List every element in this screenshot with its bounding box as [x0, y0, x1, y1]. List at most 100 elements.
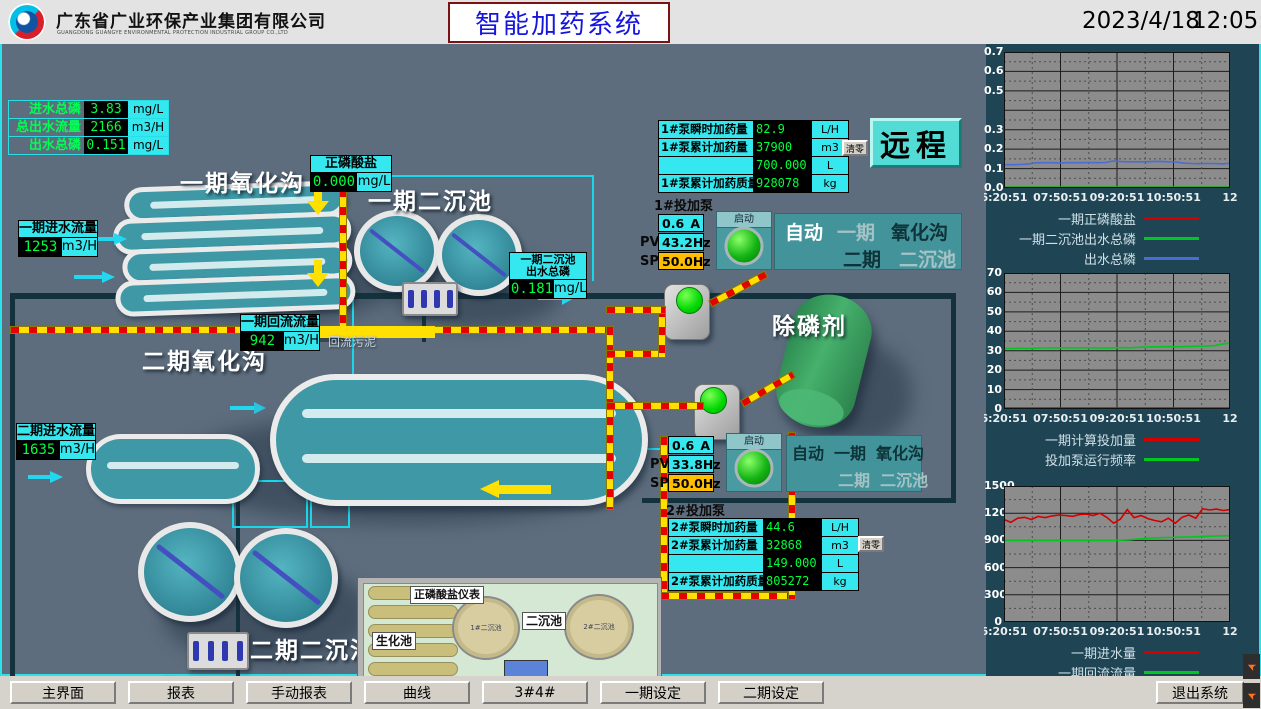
- dose-table-unit: L/H: [812, 121, 849, 138]
- mode-option-二期[interactable]: 二期: [838, 467, 870, 491]
- pump2-current: 0.6: [672, 438, 694, 453]
- outlet-tp-unit: mg/L: [128, 137, 168, 154]
- y-tick-label: 0.2: [984, 142, 1002, 156]
- legend-line-swatch: [1144, 671, 1199, 674]
- pump1-current-unit: A: [690, 216, 700, 231]
- oxidation-ditch-2: [270, 374, 648, 506]
- header-bar: 广东省广业环保产业集团有限公司 GUANGDONG GUANGYE ENVIRO…: [0, 0, 1261, 46]
- page-title: 智能加药系统: [448, 2, 670, 43]
- legend-label: 投加泵运行频率: [984, 450, 1136, 469]
- mode-option-自动[interactable]: 自动: [785, 218, 823, 245]
- pump-2-run-indicator: [700, 387, 727, 414]
- p1-inflow-label: 一期进水流量: [18, 220, 98, 238]
- y-tick-label: 0.3: [984, 123, 1002, 137]
- bio-channel: [368, 662, 458, 676]
- legend-label: 出水总磷: [984, 249, 1136, 266]
- pump2-pv-unit: Hz: [703, 457, 721, 472]
- y-tick-label: 50: [984, 305, 1002, 319]
- pump2-start-button[interactable]: [735, 449, 774, 488]
- pump2-sp-cell[interactable]: 50.0 Hz: [668, 474, 714, 492]
- y-tick-label: 1500: [984, 480, 1002, 493]
- dose-table-label: 2#泵累计加药量: [668, 537, 763, 554]
- mode-option-二沉池[interactable]: 二沉池: [899, 245, 956, 272]
- corner-arrow-button-top[interactable]: ➤: [1243, 654, 1260, 679]
- clarifier-2a: [138, 522, 242, 622]
- nav-curve-button[interactable]: 曲线: [364, 681, 470, 704]
- nav-phase2-setting-button[interactable]: 二期设定: [718, 681, 824, 704]
- pump2-clear-button[interactable]: 清零: [858, 536, 884, 552]
- dose-table-label: 1#泵瞬时加药量: [658, 121, 753, 138]
- p1-return-label: 一期回流流量: [240, 314, 320, 332]
- pipe: [10, 293, 15, 688]
- x-tick-label: 07:50:51: [1033, 625, 1088, 638]
- mode-option-一期[interactable]: 一期: [834, 440, 866, 464]
- x-tick-label: 12: [1222, 191, 1237, 204]
- legend-item: 一期二沉池出水总磷: [984, 230, 1199, 246]
- y-tick-label: 0.5: [984, 84, 1002, 98]
- pump1-start-box: 启动: [716, 211, 772, 270]
- meter-label: 正磷酸盐仪表: [410, 586, 484, 604]
- pump1-clear-button[interactable]: 清零: [842, 140, 868, 156]
- p1-inflow-value: 1253: [19, 238, 62, 256]
- sludge-pump-station-1: [402, 282, 458, 316]
- mode-option-氧化沟[interactable]: 氧化沟: [891, 218, 948, 245]
- legend-label: 一期正磷酸盐: [984, 209, 1136, 228]
- inflow-arrow: [102, 271, 115, 283]
- nav-3-4-button[interactable]: 3#4#: [482, 681, 588, 704]
- legend-label: 一期计算投加量: [984, 430, 1136, 449]
- mode-option-一期[interactable]: 一期: [837, 218, 875, 245]
- pump2-name: 2#投加泵: [666, 500, 725, 519]
- x-tick-label: 6:20:51: [984, 625, 1028, 638]
- pump1-pv-unit: Hz: [693, 235, 711, 250]
- p1-return-unit: m3/H: [284, 332, 319, 350]
- remote-mode-button[interactable]: 远程: [870, 118, 962, 168]
- y-tick-label: 0.1: [984, 162, 1002, 176]
- dosing-pipe: [708, 270, 768, 307]
- legend-label: 一期回流流量: [984, 663, 1136, 677]
- mode-option-氧化沟[interactable]: 氧化沟: [876, 440, 924, 464]
- dosing-point-arrow: [307, 201, 329, 215]
- y-tick-label: [984, 103, 1002, 117]
- legend-item: 一期回流流量: [984, 664, 1199, 676]
- legend-item: 一期进水量: [984, 644, 1199, 660]
- mode-option-二期[interactable]: 二期: [843, 245, 881, 272]
- nav-phase1-setting-button[interactable]: 一期设定: [600, 681, 706, 704]
- dose-table-row: 149.000L: [668, 555, 859, 573]
- pump1-start-button[interactable]: [725, 227, 764, 266]
- inflow-arrow: [50, 471, 63, 483]
- trend-chart-flow: 1500120090060030006:20:5107:50:5109:20:5…: [984, 480, 1242, 676]
- mode-option-二沉池[interactable]: 二沉池: [880, 467, 928, 491]
- y-tick-label: 900: [984, 533, 1002, 547]
- pump2-pv: 33.8: [672, 457, 703, 472]
- nav-main-button[interactable]: 主界面: [10, 681, 116, 704]
- dosing-point-arrow: [314, 260, 322, 273]
- x-tick-label: 12: [1222, 625, 1237, 638]
- mode-option-自动[interactable]: 自动: [792, 440, 824, 464]
- exit-system-button[interactable]: 退出系统: [1156, 681, 1244, 704]
- legend-line-swatch: [1144, 237, 1199, 240]
- hmi-screen: 广东省广业环保产业集团有限公司 GUANGDONG GUANGYE ENVIRO…: [0, 0, 1261, 709]
- inlet-tp-row: 进水总磷 3.83 mg/L: [8, 100, 169, 119]
- diagram-clarifier-2: 2#二沉池: [564, 594, 634, 660]
- pump1-mode-panel: 自动一期氧化沟二期二沉池: [774, 213, 962, 270]
- clarifier-label: 二沉池: [522, 612, 566, 630]
- nav-report-button[interactable]: 报表: [128, 681, 234, 704]
- dose-table-row: 700.000L: [658, 157, 849, 175]
- pump1-sp-cell[interactable]: 50.0 Hz: [658, 252, 704, 270]
- dose-table-label: 2#泵瞬时加药量: [668, 519, 763, 536]
- dose-table-value: 37900: [753, 139, 812, 156]
- nav-manual-report-button[interactable]: 手动报表: [246, 681, 352, 704]
- orthophosphate-value: 0.000: [311, 173, 357, 191]
- pump1-current-cell: 0.6 A: [658, 214, 704, 232]
- y-tick-label: 30: [984, 344, 1002, 358]
- pump1-dosing-table: 1#泵瞬时加药量82.9L/H1#泵累计加药量37900m3700.000L1#…: [658, 120, 849, 193]
- total-outflow-value: 2166: [84, 119, 128, 136]
- pump1-current: 0.6: [662, 216, 684, 231]
- dose-table-row: 2#泵累计加药量32868m3: [668, 537, 859, 555]
- inlet-tp-value: 3.83: [84, 101, 128, 118]
- legend-item: 投加泵运行频率: [984, 451, 1199, 467]
- corner-arrow-button-bottom[interactable]: ➤: [1243, 683, 1260, 708]
- total-outflow-label: 总出水流量: [9, 119, 84, 136]
- dose-table-value: 700.000: [753, 157, 812, 174]
- pump2-pv-label: PV: [650, 457, 670, 472]
